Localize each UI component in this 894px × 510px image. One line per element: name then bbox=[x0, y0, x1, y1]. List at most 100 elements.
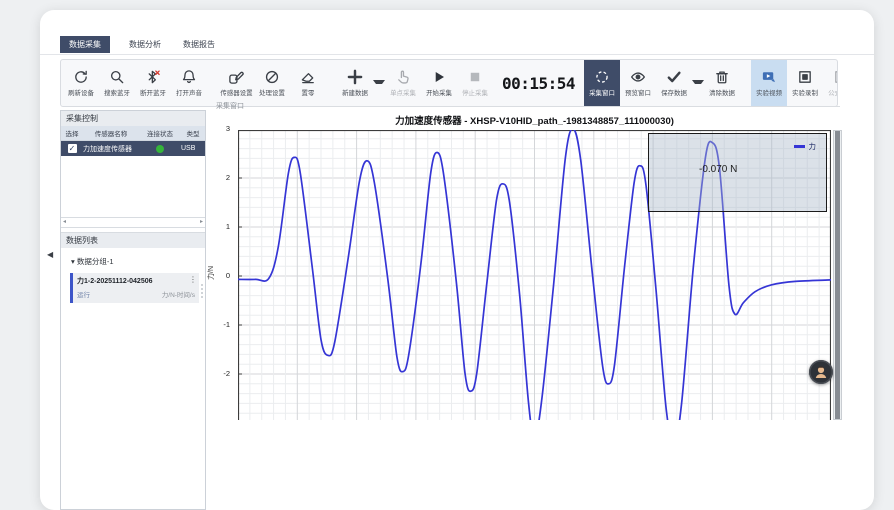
y-tick-label: 3 bbox=[226, 124, 230, 133]
button-label: 处理设置 bbox=[259, 88, 285, 97]
assistant-avatar-button[interactable] bbox=[809, 360, 833, 384]
chart-legend: 力 bbox=[794, 141, 817, 152]
chevron-down-icon[interactable] bbox=[692, 80, 704, 87]
clear-data-button[interactable]: 清除数据 bbox=[704, 60, 740, 106]
button-label: 预览窗口 bbox=[625, 88, 651, 97]
sensor-table-empty-area bbox=[61, 156, 205, 217]
button-label: 清除数据 bbox=[709, 88, 735, 97]
chevron-down-icon[interactable] bbox=[373, 80, 385, 87]
search-icon bbox=[109, 69, 125, 85]
data-record-axes: 力/N-时间/s bbox=[162, 289, 195, 299]
sensor-checkbox[interactable]: ✓ bbox=[68, 144, 77, 153]
data-list-body: ▾ 数据分组-1 力1-2-20251112-042506 ⋮ 运行 力/N-时… bbox=[61, 248, 205, 303]
scroll-right-arrow-icon[interactable]: ▸ bbox=[200, 218, 203, 226]
zero-button[interactable]: 置零 bbox=[290, 60, 326, 106]
toolbar-group-gap bbox=[326, 60, 337, 106]
disconnect-bluetooth-button[interactable]: 断开蓝牙 bbox=[135, 60, 171, 106]
plus-icon bbox=[347, 69, 363, 85]
sensor-name: 力加速度传感器 bbox=[83, 144, 139, 154]
eye-icon bbox=[630, 69, 646, 85]
vertical-scrollbar[interactable] bbox=[833, 130, 842, 420]
sensor-type: USB bbox=[181, 145, 205, 152]
button-label: 打开声音 bbox=[176, 88, 202, 97]
dashed-circle-icon bbox=[594, 69, 610, 85]
bell-icon bbox=[181, 69, 197, 85]
button-label: 实验录制 bbox=[792, 88, 818, 97]
toolbar-group-gap bbox=[740, 60, 751, 106]
single-point-collect-button[interactable]: 单点采集 bbox=[385, 60, 421, 106]
person-avatar-icon bbox=[813, 364, 829, 380]
scrollbar-thumb[interactable] bbox=[835, 131, 840, 419]
button-label: 单点采集 bbox=[390, 88, 416, 97]
annotation-value: -0.070 N bbox=[699, 164, 737, 175]
process-settings-button[interactable]: 处理设置 bbox=[254, 60, 290, 106]
y-tick-label: -2 bbox=[223, 369, 230, 378]
scroll-left-arrow-icon[interactable]: ◂ bbox=[63, 218, 66, 226]
record-icon bbox=[797, 69, 813, 85]
stop-icon bbox=[467, 69, 483, 85]
button-label: 搜索蓝牙 bbox=[104, 88, 130, 97]
eraser-icon bbox=[300, 69, 316, 85]
data-record-title: 力1-2-20251112-042506 bbox=[77, 276, 195, 286]
column-select: 选择 bbox=[61, 128, 83, 138]
chart-window-divider bbox=[252, 106, 840, 107]
sensor-settings-icon bbox=[228, 69, 244, 85]
app-window: 数据采集 数据分析 数据报告 刷新设备 搜索蓝牙 断开蓝牙 打开声音 传感器设置 bbox=[40, 10, 874, 510]
kebab-menu-icon[interactable]: ⋮ bbox=[189, 275, 197, 284]
button-label: 保存数据 bbox=[661, 88, 687, 97]
data-record-status: 运行 bbox=[77, 289, 90, 299]
data-group-item[interactable]: ▾ 数据分组-1 bbox=[61, 256, 205, 267]
start-collect-button[interactable]: 开始采集 bbox=[421, 60, 457, 106]
button-label: 实验视频 bbox=[756, 88, 782, 97]
collect-window-button[interactable]: 采集窗口 bbox=[584, 60, 620, 106]
data-record-card[interactable]: 力1-2-20251112-042506 ⋮ 运行 力/N-时间/s bbox=[70, 273, 199, 303]
check-icon bbox=[666, 69, 682, 85]
data-list-header: 数据列表 bbox=[61, 232, 205, 248]
tab-data-collection[interactable]: 数据采集 bbox=[60, 36, 110, 53]
button-label: 停止采集 bbox=[462, 88, 488, 97]
experiment-record-button[interactable]: 实验录制 bbox=[787, 60, 823, 106]
collapse-sidebar-handle[interactable]: ◀ bbox=[47, 250, 53, 259]
stop-collect-button[interactable]: 停止采集 bbox=[457, 60, 493, 106]
button-label: 刷新设备 bbox=[68, 88, 94, 97]
formula-calc-button[interactable]: 公式计算 bbox=[823, 60, 838, 106]
sensor-settings-button[interactable]: 传感器设置 bbox=[218, 60, 254, 106]
tab-data-analysis[interactable]: 数据分析 bbox=[120, 36, 170, 53]
new-data-button[interactable]: 新建数据 bbox=[337, 60, 373, 106]
legend-label: 力 bbox=[809, 141, 817, 152]
toolbar: 刷新设备 搜索蓝牙 断开蓝牙 打开声音 传感器设置 处理设置 置 bbox=[60, 59, 838, 107]
button-label: 公式计算 bbox=[828, 88, 838, 97]
bluetooth-disconnect-icon bbox=[145, 69, 161, 85]
legend-line-icon bbox=[794, 145, 805, 148]
toolbar-group-gap bbox=[207, 60, 218, 106]
button-label: 断开蓝牙 bbox=[140, 88, 166, 97]
sidebar: 采集控制 选择 传感器名称 连接状态 类型 ✓ 力加速度传感器 USB ◂ ▸ … bbox=[60, 110, 206, 510]
refresh-device-button[interactable]: 刷新设备 bbox=[63, 60, 99, 106]
column-sensor-name: 传感器名称 bbox=[83, 128, 139, 138]
tab-data-report[interactable]: 数据报告 bbox=[174, 36, 224, 53]
button-label: 采集窗口 bbox=[589, 88, 615, 97]
search-bluetooth-button[interactable]: 搜索蓝牙 bbox=[99, 60, 135, 106]
horizontal-scrollbar[interactable]: ◂ ▸ bbox=[61, 217, 205, 228]
column-connection-status: 连接状态 bbox=[139, 128, 181, 138]
process-settings-icon bbox=[264, 69, 280, 85]
sensor-table-row[interactable]: ✓ 力加速度传感器 USB bbox=[61, 141, 205, 156]
sound-on-button[interactable]: 打开声音 bbox=[171, 60, 207, 106]
save-data-button[interactable]: 保存数据 bbox=[656, 60, 692, 106]
refresh-icon bbox=[73, 69, 89, 85]
collection-control-header: 采集控制 bbox=[61, 111, 205, 126]
button-label: 传感器设置 bbox=[220, 88, 252, 97]
selection-annotation-box[interactable]: 力 -0.070 N bbox=[648, 133, 827, 212]
preview-window-button[interactable]: 预览窗口 bbox=[620, 60, 656, 106]
list-scroll-dots[interactable] bbox=[201, 284, 203, 298]
y-tick-label: 0 bbox=[226, 271, 230, 280]
sensor-table-header: 选择 传感器名称 连接状态 类型 bbox=[61, 126, 205, 141]
button-label: 开始采集 bbox=[426, 88, 452, 97]
play-icon bbox=[431, 69, 447, 85]
collection-timer: 00:15:54 bbox=[502, 74, 575, 93]
formula-icon bbox=[833, 69, 838, 85]
y-tick-label: 1 bbox=[226, 222, 230, 231]
y-tick-label: 2 bbox=[226, 173, 230, 182]
experiment-video-button[interactable]: 实验视频 bbox=[751, 60, 787, 106]
trash-icon bbox=[714, 69, 730, 85]
